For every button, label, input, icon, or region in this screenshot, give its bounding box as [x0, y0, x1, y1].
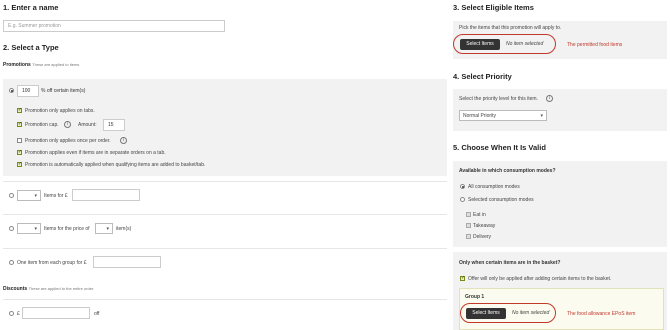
priority-intro: Select the priority level for this item.: [459, 96, 538, 102]
radio-items-for-price-of[interactable]: [9, 226, 14, 231]
checkbox-separate-orders[interactable]: [17, 149, 22, 155]
delivery-label: Delivery: [473, 234, 492, 240]
eat-in-label: Eat in: [473, 212, 486, 218]
section-title-enter-name: 1. Enter a name: [3, 3, 59, 12]
group-title: Group 1: [465, 294, 485, 300]
label-only-tabs: Promotion only applies on tabs.: [25, 108, 95, 114]
percent-input[interactable]: 100: [17, 85, 39, 97]
radio-one-item-group[interactable]: [9, 260, 14, 265]
checkbox-promotion-cap[interactable]: [17, 121, 22, 127]
items-price-of-select[interactable]: ▾: [95, 223, 113, 234]
section-title-priority: 4. Select Priority: [453, 72, 512, 81]
discounts-heading: Discounts These are applied to the entir…: [3, 286, 95, 292]
amount-input[interactable]: 15: [103, 119, 125, 131]
radio-all-modes[interactable]: [460, 184, 465, 189]
all-modes-label: All consumption modes: [468, 184, 520, 190]
selected-modes-label: Selected consumption modes: [468, 197, 534, 203]
group-label: One item from each group for £: [17, 260, 87, 266]
promotion-name-input[interactable]: E.g. Summer promotion: [3, 20, 225, 32]
items-for-label: Items for £: [44, 193, 68, 199]
eligible-intro: Pick the items that this promotion will …: [459, 25, 562, 31]
chevron-down-icon: ▾: [34, 226, 37, 232]
chevron-down-icon: ▾: [34, 193, 37, 199]
checkbox-only-tabs[interactable]: [17, 107, 22, 113]
annotation-food-allowance: The food allowance EPoS item: [567, 311, 636, 317]
label-auto-apply: Promotion is automatically applied when …: [25, 162, 206, 168]
section-title-when-valid: 5. Choose When It Is Valid: [453, 143, 546, 152]
items-count-select[interactable]: ▾: [17, 190, 41, 201]
label-once-per-order: Promotion only applies once per order.: [25, 138, 111, 144]
consumption-question: Available in which consumption modes?: [459, 168, 556, 174]
discount-amount-input[interactable]: [22, 307, 90, 319]
group-select-items-button[interactable]: Select Items: [466, 308, 506, 319]
checkbox-once-per-order[interactable]: [17, 138, 22, 143]
items-count-select-2[interactable]: ▾: [17, 223, 41, 234]
checkbox-eat-in[interactable]: [466, 212, 471, 217]
radio-items-for-price[interactable]: [9, 193, 14, 198]
info-icon[interactable]: i: [120, 137, 127, 144]
currency-label: £: [17, 311, 20, 317]
annotation-permitted-food: The permitted food items: [567, 42, 623, 48]
section-title-select-type: 2. Select a Type: [3, 43, 59, 52]
items-price-label: Items for the price of: [44, 226, 90, 232]
info-icon[interactable]: i: [64, 121, 71, 128]
group-status: No item selected: [512, 310, 550, 316]
section-title-eligible-items: 3. Select Eligible Items: [453, 3, 534, 12]
takeaway-label: Takeaway: [473, 223, 496, 229]
select-items-button[interactable]: Select Items: [460, 39, 500, 50]
chevron-down-icon: ▾: [540, 113, 543, 119]
checkbox-auto-apply[interactable]: [17, 161, 22, 167]
eligible-status: No item selected: [506, 41, 544, 47]
label-separate-orders: Promotion applies even if items are in s…: [25, 150, 166, 156]
divider: [3, 299, 447, 300]
radio-discount[interactable]: [9, 311, 14, 316]
off-label: off: [94, 311, 100, 317]
chevron-down-icon: ▾: [106, 226, 109, 232]
divider: [3, 181, 447, 182]
divider: [3, 248, 447, 249]
info-icon[interactable]: i: [546, 95, 553, 102]
amount-label: Amount:: [78, 122, 97, 128]
items-for-price-input[interactable]: [72, 189, 140, 201]
items-suffix-label: item(s): [116, 226, 132, 232]
percent-label: % off certain item(s): [41, 88, 86, 94]
offer-label: Offer will only be applied after adding …: [468, 276, 612, 282]
basket-question: Only when certain items are in the baske…: [459, 260, 561, 266]
checkbox-offer-after-adding[interactable]: [460, 275, 465, 281]
group-price-input[interactable]: [93, 256, 161, 268]
promotions-heading: Promotions These are applied to items: [3, 62, 80, 68]
checkbox-delivery[interactable]: [466, 234, 471, 239]
divider: [3, 214, 447, 215]
priority-selected: Normal Priority: [463, 113, 497, 119]
radio-percent-off[interactable]: [9, 88, 14, 93]
radio-selected-modes[interactable]: [460, 197, 465, 202]
label-promotion-cap: Promotion cap.: [25, 122, 59, 128]
checkbox-takeaway[interactable]: [466, 223, 471, 228]
priority-select[interactable]: Normal Priority ▾: [459, 110, 547, 121]
